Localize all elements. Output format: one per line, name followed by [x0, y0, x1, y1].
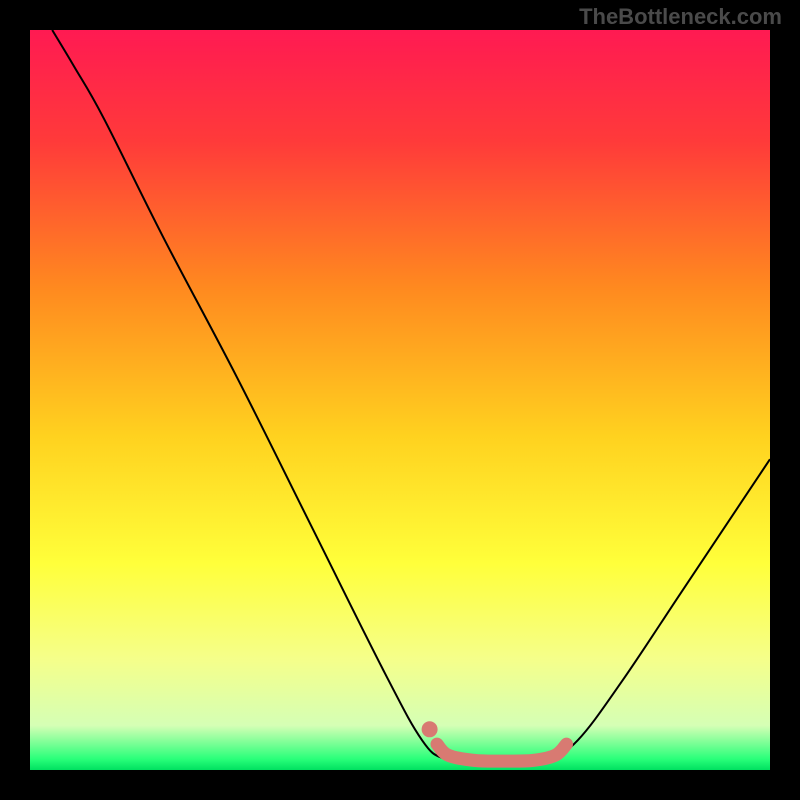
bottleneck-curve [52, 30, 770, 763]
chart-plot-area [30, 30, 770, 770]
watermark-text: TheBottleneck.com [579, 4, 782, 30]
optimal-band [437, 744, 567, 761]
chart-curves [30, 30, 770, 770]
optimal-dot-left [422, 721, 438, 737]
